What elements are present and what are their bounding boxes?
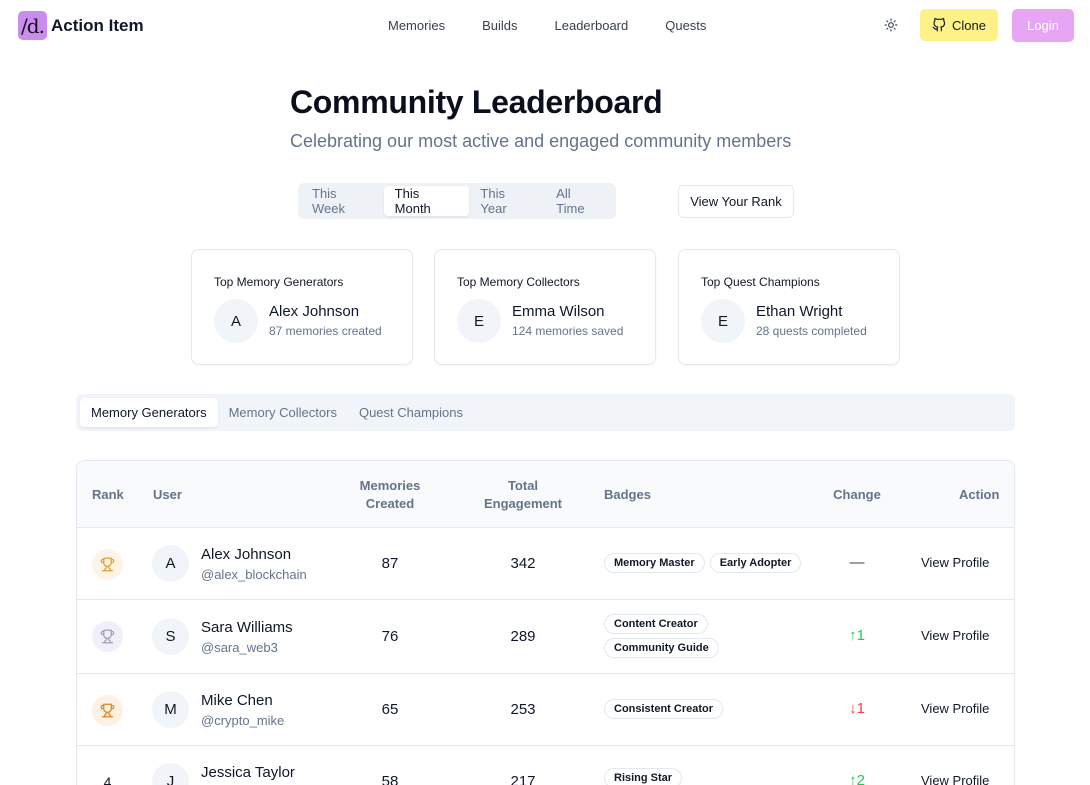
card-title: Top Quest Champions — [701, 275, 820, 289]
tab-memory-collectors[interactable]: Memory Collectors — [218, 398, 348, 427]
view-profile-button[interactable]: View Profile — [921, 701, 989, 716]
header-memories-created: Memories Created — [359, 478, 421, 511]
badge-list: Consistent Creator — [604, 699, 814, 723]
page-title: Community Leaderboard — [290, 84, 663, 120]
view-your-rank-button[interactable]: View Your Rank — [678, 185, 794, 218]
top-card-quest-champions: Top Quest Champions E Ethan Wright 28 qu… — [678, 249, 900, 365]
memories-created-value: 65 — [381, 701, 399, 718]
card-user-stat: 124 memories saved — [512, 324, 624, 338]
nav-builds[interactable]: Builds — [482, 18, 517, 33]
card-title: Top Memory Collectors — [457, 275, 580, 289]
table-row: 4 J Jessica Taylor 58 217 Rising Star ↑2… — [77, 746, 1014, 785]
user-name: Mike Chen — [201, 692, 273, 709]
table-row: M Mike Chen @crypto_mike 65 253 Consiste… — [77, 674, 1014, 746]
tab-this-week[interactable]: This Week — [301, 186, 384, 216]
header-action: Action — [959, 487, 1000, 502]
rank-number: 4 — [103, 774, 112, 785]
view-profile-button[interactable]: View Profile — [921, 773, 989, 785]
rank-change: ↑2 — [849, 772, 865, 785]
total-engagement-value: 342 — [510, 555, 536, 572]
tab-all-time[interactable]: All Time — [545, 186, 613, 216]
card-user-name: Alex Johnson — [269, 303, 360, 320]
badge: Community Guide — [604, 638, 719, 658]
badge: Consistent Creator — [604, 699, 724, 719]
rank-trophy-icon — [92, 695, 123, 726]
badge: Memory Master — [604, 553, 705, 573]
view-profile-button[interactable]: View Profile — [921, 555, 989, 570]
avatar: A — [152, 545, 189, 582]
github-icon — [932, 18, 946, 32]
user-handle: @sara_web3 — [201, 640, 278, 655]
badge: Content Creator — [604, 614, 708, 634]
badge-list: Rising Star — [604, 768, 814, 785]
badge: Rising Star — [604, 768, 683, 785]
user-name: Sara Williams — [201, 619, 293, 636]
login-button[interactable]: Login — [1012, 9, 1074, 42]
nav-quests[interactable]: Quests — [665, 18, 706, 33]
user-name: Jessica Taylor — [201, 764, 295, 781]
avatar: E — [457, 299, 501, 343]
clone-label: Clone — [952, 17, 986, 33]
clone-button[interactable]: Clone — [920, 9, 998, 41]
badge-list: Content Creator Community Guide — [604, 614, 764, 662]
tab-quest-champions[interactable]: Quest Champions — [348, 398, 474, 427]
badge: Early Adopter — [709, 553, 802, 573]
table-row: S Sara Williams @sara_web3 76 289 Conten… — [77, 600, 1014, 674]
total-engagement-value: 217 — [510, 773, 536, 785]
page-subtitle: Celebrating our most active and engaged … — [290, 131, 792, 151]
total-engagement-value: 253 — [510, 701, 536, 718]
card-user-name: Ethan Wright — [756, 303, 843, 320]
card-title: Top Memory Generators — [214, 275, 344, 289]
header-change: Change — [833, 487, 881, 502]
table-row: A Alex Johnson @alex_blockchain 87 342 M… — [77, 528, 1014, 600]
avatar: A — [214, 299, 258, 343]
memories-created-value: 87 — [381, 555, 399, 572]
logo-mark-icon: /d. — [18, 11, 47, 40]
user-handle: @alex_blockchain — [201, 567, 307, 582]
avatar: J — [152, 763, 189, 785]
nav-leaderboard[interactable]: Leaderboard — [555, 18, 629, 33]
header-user: User — [153, 487, 182, 502]
category-tabs: Memory Generators Memory Collectors Ques… — [76, 394, 1015, 431]
nav-memories[interactable]: Memories — [388, 18, 445, 33]
rank-change: ↓1 — [849, 700, 865, 717]
header-rank: Rank — [92, 487, 124, 502]
card-user-stat: 87 memories created — [269, 324, 382, 338]
brand-name: Action Item — [51, 15, 144, 35]
rank-change: ↑1 — [849, 627, 865, 644]
top-header: /d. Action Item Memories Builds Leaderbo… — [0, 0, 1090, 52]
memories-created-value: 58 — [381, 773, 399, 785]
tab-this-year[interactable]: This Year — [469, 186, 545, 216]
card-user-stat: 28 quests completed — [756, 324, 867, 338]
header-badges: Badges — [604, 487, 651, 502]
main-nav: Memories Builds Leaderboard Quests — [388, 18, 743, 33]
rank-change: — — [849, 554, 865, 571]
avatar: M — [152, 691, 189, 728]
table-header: Rank User Memories Created Total Engagemen… — [77, 461, 1014, 528]
top-card-memory-generators: Top Memory Generators A Alex Johnson 87 … — [191, 249, 413, 365]
theme-toggle-button[interactable] — [880, 14, 902, 36]
avatar: E — [701, 299, 745, 343]
brand-logo[interactable]: /d. Action Item — [18, 11, 144, 40]
badge-list: Memory Master Early Adopter — [604, 553, 814, 577]
card-user-name: Emma Wilson — [512, 303, 605, 320]
sun-icon — [884, 18, 898, 32]
rank-trophy-icon — [92, 549, 123, 580]
user-name: Alex Johnson — [201, 546, 292, 563]
avatar: S — [152, 618, 189, 655]
rank-trophy-icon — [92, 621, 123, 652]
period-tabs: This Week This Month This Year All Time — [298, 183, 616, 219]
leaderboard-table: Rank User Memories Created Total Engagemen… — [76, 460, 1015, 785]
view-profile-button[interactable]: View Profile — [921, 628, 989, 643]
total-engagement-value: 289 — [510, 628, 536, 645]
memories-created-value: 76 — [381, 628, 399, 645]
header-total-engagement: Total Engagement — [483, 478, 562, 511]
user-handle: @crypto_mike — [201, 713, 285, 728]
tab-this-month[interactable]: This Month — [383, 186, 470, 216]
tab-memory-generators[interactable]: Memory Generators — [80, 398, 218, 427]
top-card-memory-collectors: Top Memory Collectors E Emma Wilson 124 … — [434, 249, 656, 365]
